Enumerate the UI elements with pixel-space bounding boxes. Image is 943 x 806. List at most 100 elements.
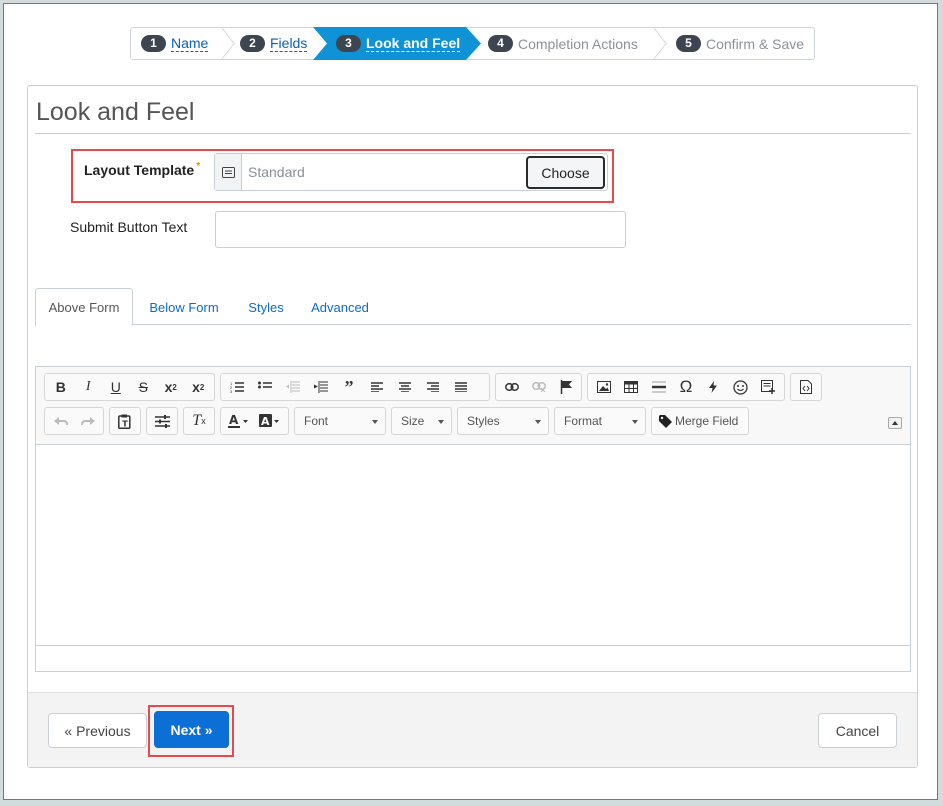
chevron-up-icon: [892, 421, 898, 425]
tab-below-form[interactable]: Below Form: [139, 288, 229, 326]
layout-template-label: Layout Template *: [84, 161, 201, 178]
tab-advanced[interactable]: Advanced: [303, 288, 377, 326]
step-label: Confirm & Save: [706, 35, 805, 52]
step-number: 4: [488, 35, 513, 52]
chevron-down-icon: [632, 420, 638, 424]
tab-above-form[interactable]: Above Form: [35, 288, 133, 326]
toolbar-group-insert: Ω: [587, 373, 785, 401]
step-number: 2: [240, 35, 265, 52]
flash-icon[interactable]: [700, 375, 727, 399]
editor-status-bar: [36, 645, 910, 671]
subscript-icon[interactable]: x2: [157, 375, 185, 399]
undo-icon[interactable]: [47, 409, 74, 433]
font-combo[interactable]: Font: [294, 407, 386, 435]
step-label: Completion Actions: [518, 35, 638, 52]
toolbar-group-format-clear: Tx: [183, 407, 215, 435]
toolbar-group-paragraph: 123 ”: [220, 373, 490, 401]
chevron-down-icon: [372, 420, 378, 424]
step-label: Look and Feel: [366, 34, 461, 52]
strikethrough-icon[interactable]: S: [130, 375, 158, 399]
format-combo-label: Format: [564, 414, 603, 428]
editor-content-area[interactable]: [36, 445, 910, 645]
merge-field-button[interactable]: Merge Field: [651, 407, 749, 435]
svg-text:T: T: [122, 419, 128, 428]
sliders-icon[interactable]: [149, 409, 175, 433]
submit-button-text-input[interactable]: [215, 211, 626, 248]
anchor-flag-icon[interactable]: [552, 375, 579, 399]
page-title: Look and Feel: [36, 98, 195, 126]
next-button[interactable]: Next »: [154, 711, 229, 748]
italic-icon[interactable]: I: [75, 375, 103, 399]
unlink-icon[interactable]: [525, 375, 552, 399]
bulleted-list-icon[interactable]: [251, 375, 279, 399]
size-combo[interactable]: Size: [391, 407, 452, 435]
smiley-icon[interactable]: [727, 375, 754, 399]
wizard-step-name[interactable]: 1 Name: [141, 28, 209, 59]
tab-styles[interactable]: Styles: [238, 288, 294, 326]
svg-text:A: A: [261, 415, 270, 428]
editor-toolbar: B I U S x2 x2 123 ” Ω T T x A A Font Siz…: [36, 367, 910, 445]
footer-bar: « Previous Next » Cancel: [28, 692, 917, 767]
font-combo-label: Font: [304, 414, 329, 428]
indent-icon[interactable]: [307, 375, 335, 399]
table-icon[interactable]: [617, 375, 644, 399]
styles-combo[interactable]: Styles: [457, 407, 549, 435]
step-separator-icon: [653, 28, 667, 59]
toolbar-group-filter: [146, 407, 178, 435]
content-tabs: Above Form Below Form Styles Advanced: [35, 288, 911, 326]
wizard-step-look-and-feel[interactable]: 3 Look and Feel: [336, 28, 461, 59]
size-combo-label: Size: [401, 414, 425, 428]
superscript-icon[interactable]: x2: [185, 375, 213, 399]
horizontal-rule-icon[interactable]: [645, 375, 672, 399]
redo-icon[interactable]: [74, 409, 101, 433]
link-icon[interactable]: [498, 375, 525, 399]
svg-text:A: A: [229, 414, 239, 427]
image-icon[interactable]: [590, 375, 617, 399]
align-right-icon[interactable]: [419, 375, 447, 399]
toolbar-group-history: [44, 407, 104, 435]
choose-button[interactable]: Choose: [526, 156, 605, 189]
wizard-step-completion-actions[interactable]: 4 Completion Actions: [488, 28, 638, 59]
toolbar-group-source: [790, 373, 822, 401]
format-combo[interactable]: Format: [554, 407, 646, 435]
chevron-down-icon: [535, 420, 541, 424]
numbered-list-icon[interactable]: 123: [223, 375, 251, 399]
submit-button-text-label: Submit Button Text: [70, 219, 188, 235]
toolbar-group-colors: A A: [220, 407, 289, 435]
justify-icon[interactable]: [447, 375, 475, 399]
insert-template-icon[interactable]: [755, 375, 782, 399]
merge-field-label: Merge Field: [675, 414, 739, 428]
wizard-steps: 1 Name 2 Fields 3 Look and Feel 4 Comple…: [130, 27, 815, 60]
step-number: 1: [141, 35, 166, 52]
svg-text:3: 3: [230, 389, 233, 393]
background-color-icon[interactable]: A: [255, 409, 287, 433]
step-separator-icon: [221, 28, 235, 59]
chevron-down-icon: [438, 420, 444, 424]
title-divider: [35, 133, 911, 134]
rich-text-editor: B I U S x2 x2 123 ” Ω T T x A A Font Siz…: [35, 366, 911, 672]
layout-template-value: Standard: [248, 164, 305, 180]
toolbar-group-clipboard: T: [109, 407, 141, 435]
cancel-button[interactable]: Cancel: [818, 713, 897, 748]
paste-text-icon[interactable]: T: [112, 409, 138, 433]
blockquote-icon[interactable]: ”: [335, 375, 363, 399]
text-color-icon[interactable]: A: [223, 409, 255, 433]
bold-icon[interactable]: B: [47, 375, 75, 399]
lookup-list-icon: [215, 154, 242, 190]
remove-format-icon[interactable]: Tx: [186, 409, 212, 433]
toolbar-group-links: [495, 373, 582, 401]
wizard-step-confirm-save[interactable]: 5 Confirm & Save: [676, 28, 804, 59]
previous-button[interactable]: « Previous: [48, 713, 147, 748]
collapse-toolbar-button[interactable]: [888, 417, 902, 429]
wizard-step-fields[interactable]: 2 Fields: [240, 28, 308, 59]
toolbar-group-basic: B I U S x2 x2: [44, 373, 215, 401]
align-left-icon[interactable]: [363, 375, 391, 399]
align-center-icon[interactable]: [391, 375, 419, 399]
styles-combo-label: Styles: [467, 414, 500, 428]
outdent-icon[interactable]: [279, 375, 307, 399]
step-label: Name: [171, 34, 209, 52]
source-code-icon[interactable]: [793, 375, 819, 399]
special-character-icon[interactable]: Ω: [672, 375, 699, 399]
underline-icon[interactable]: U: [102, 375, 130, 399]
main-card: Look and Feel Layout Template * Standard …: [27, 85, 918, 768]
